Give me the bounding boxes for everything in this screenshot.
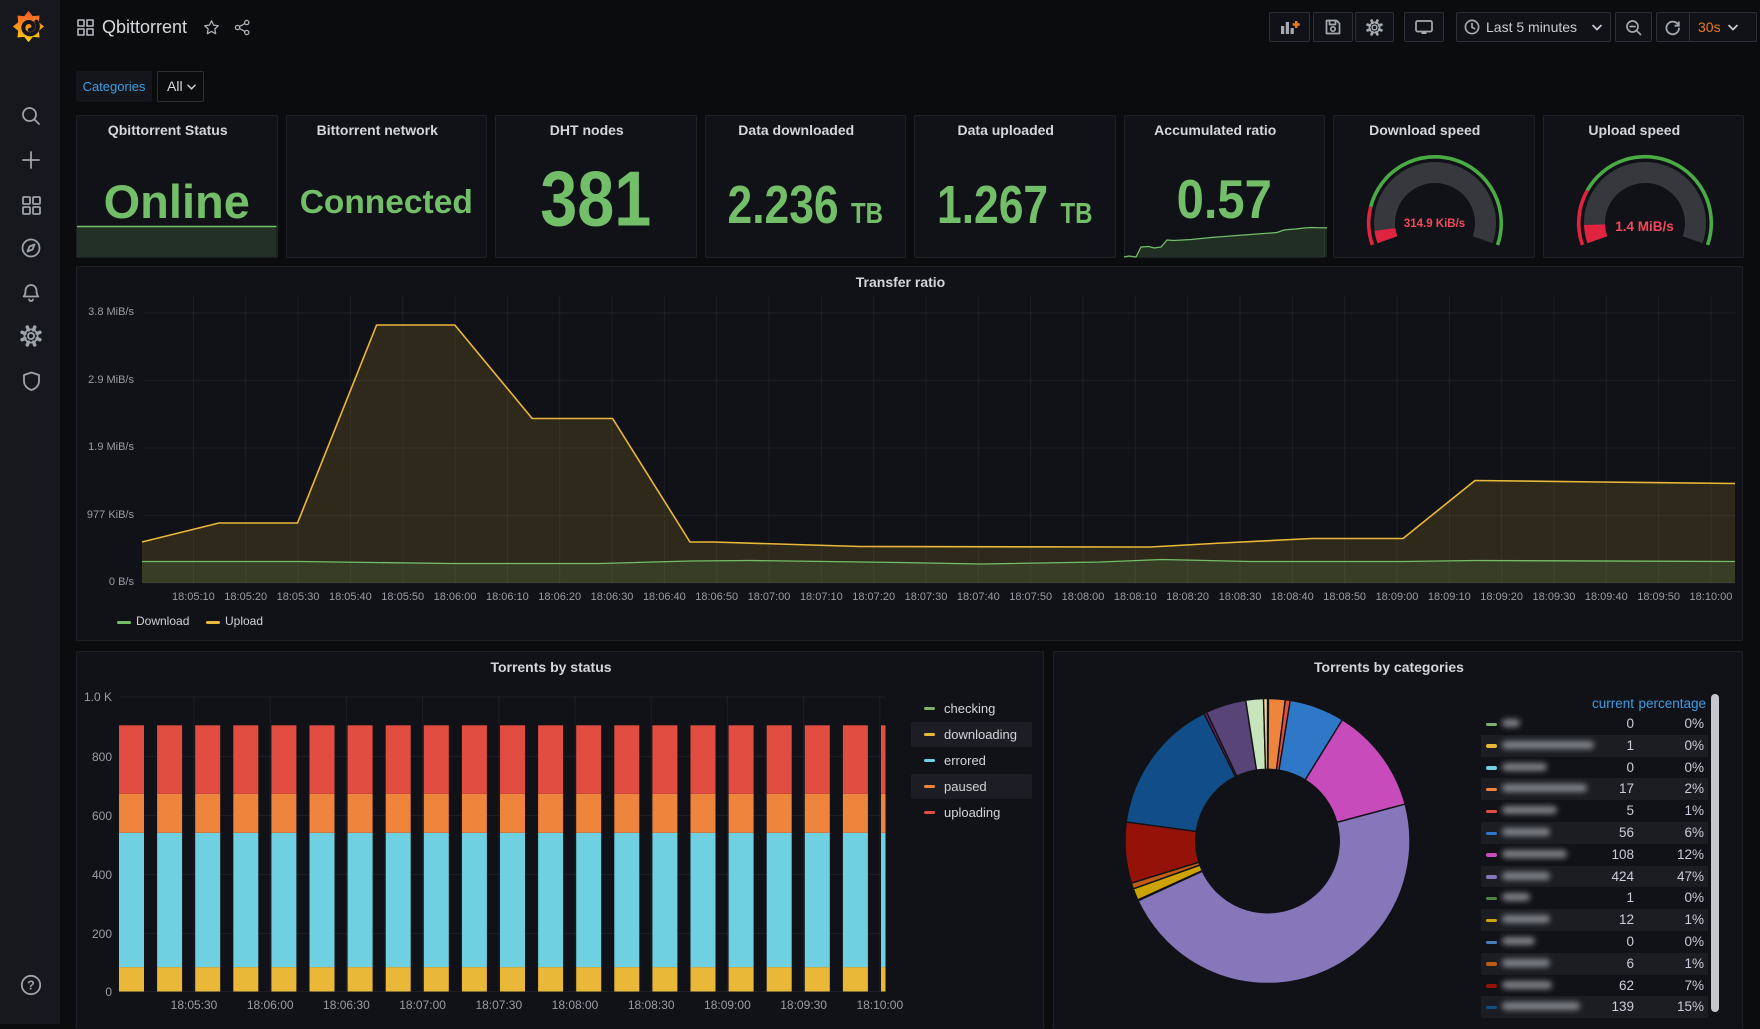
svg-text:?: ?	[27, 978, 35, 992]
